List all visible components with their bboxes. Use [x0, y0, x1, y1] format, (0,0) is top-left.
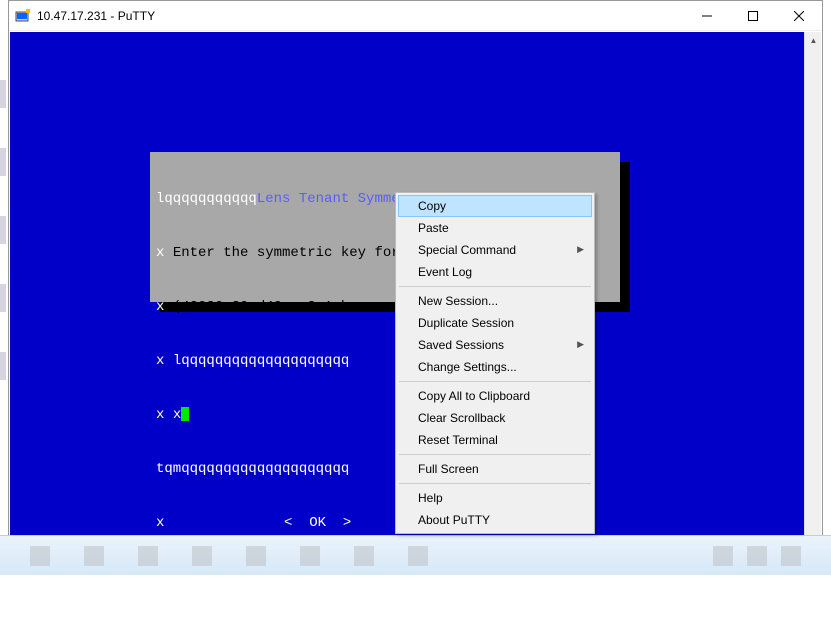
taskbar-icon[interactable]: [84, 546, 104, 566]
menu-item-copy[interactable]: Copy: [398, 195, 592, 217]
ok-button[interactable]: < OK >: [282, 514, 353, 532]
scroll-up-icon[interactable]: ▲: [806, 32, 821, 49]
menu-separator: [399, 483, 591, 484]
taskbar-icon[interactable]: [408, 546, 428, 566]
submenu-arrow-icon: ▶: [577, 339, 584, 350]
menu-item-clear-scrollback[interactable]: Clear Scrollback: [398, 407, 592, 429]
menu-separator: [399, 454, 591, 455]
menu-item-copy-all-to-clipboard[interactable]: Copy All to Clipboard: [398, 385, 592, 407]
taskbar-icon[interactable]: [747, 546, 767, 566]
context-menu: CopyPasteSpecial Command▶Event Log New Se…: [395, 192, 595, 534]
taskbar-icon[interactable]: [781, 546, 801, 566]
menu-item-paste[interactable]: Paste: [398, 217, 592, 239]
taskbar-icon[interactable]: [192, 546, 212, 566]
menu-item-saved-sessions[interactable]: Saved Sessions▶: [398, 334, 592, 356]
taskbar-icon[interactable]: [713, 546, 733, 566]
taskbar-icon[interactable]: [354, 546, 374, 566]
taskbar-icon[interactable]: [300, 546, 320, 566]
taskbar-icon[interactable]: [30, 546, 50, 566]
menu-item-change-settings[interactable]: Change Settings...: [398, 356, 592, 378]
menu-separator: [399, 381, 591, 382]
taskbar: [0, 535, 831, 575]
menu-item-about-putty[interactable]: About PuTTY: [398, 509, 592, 531]
window-title: 10.47.17.231 - PuTTY: [37, 9, 155, 23]
close-button[interactable]: [776, 1, 822, 31]
minimize-button[interactable]: [684, 1, 730, 31]
submenu-arrow-icon: ▶: [577, 244, 584, 255]
input-cursor[interactable]: [181, 407, 189, 421]
menu-item-full-screen[interactable]: Full Screen: [398, 458, 592, 480]
taskbar-icon[interactable]: [246, 546, 266, 566]
menu-item-duplicate-session[interactable]: Duplicate Session: [398, 312, 592, 334]
menu-item-new-session[interactable]: New Session...: [398, 290, 592, 312]
putty-icon: [15, 8, 31, 24]
menu-item-reset-terminal[interactable]: Reset Terminal: [398, 429, 592, 451]
vertical-scrollbar[interactable]: ▲ ▼: [804, 32, 821, 573]
menu-item-event-log[interactable]: Event Log: [398, 261, 592, 283]
dialog-prompt-line2: (42020a39-d40a-c2a1-b: [173, 299, 349, 315]
menu-item-special-command[interactable]: Special Command▶: [398, 239, 592, 261]
maximize-button[interactable]: [730, 1, 776, 31]
background-edge-strip: [0, 80, 6, 380]
menu-item-help[interactable]: Help: [398, 487, 592, 509]
taskbar-icon[interactable]: [138, 546, 158, 566]
menu-separator: [399, 286, 591, 287]
titlebar[interactable]: 10.47.17.231 - PuTTY: [9, 1, 822, 31]
